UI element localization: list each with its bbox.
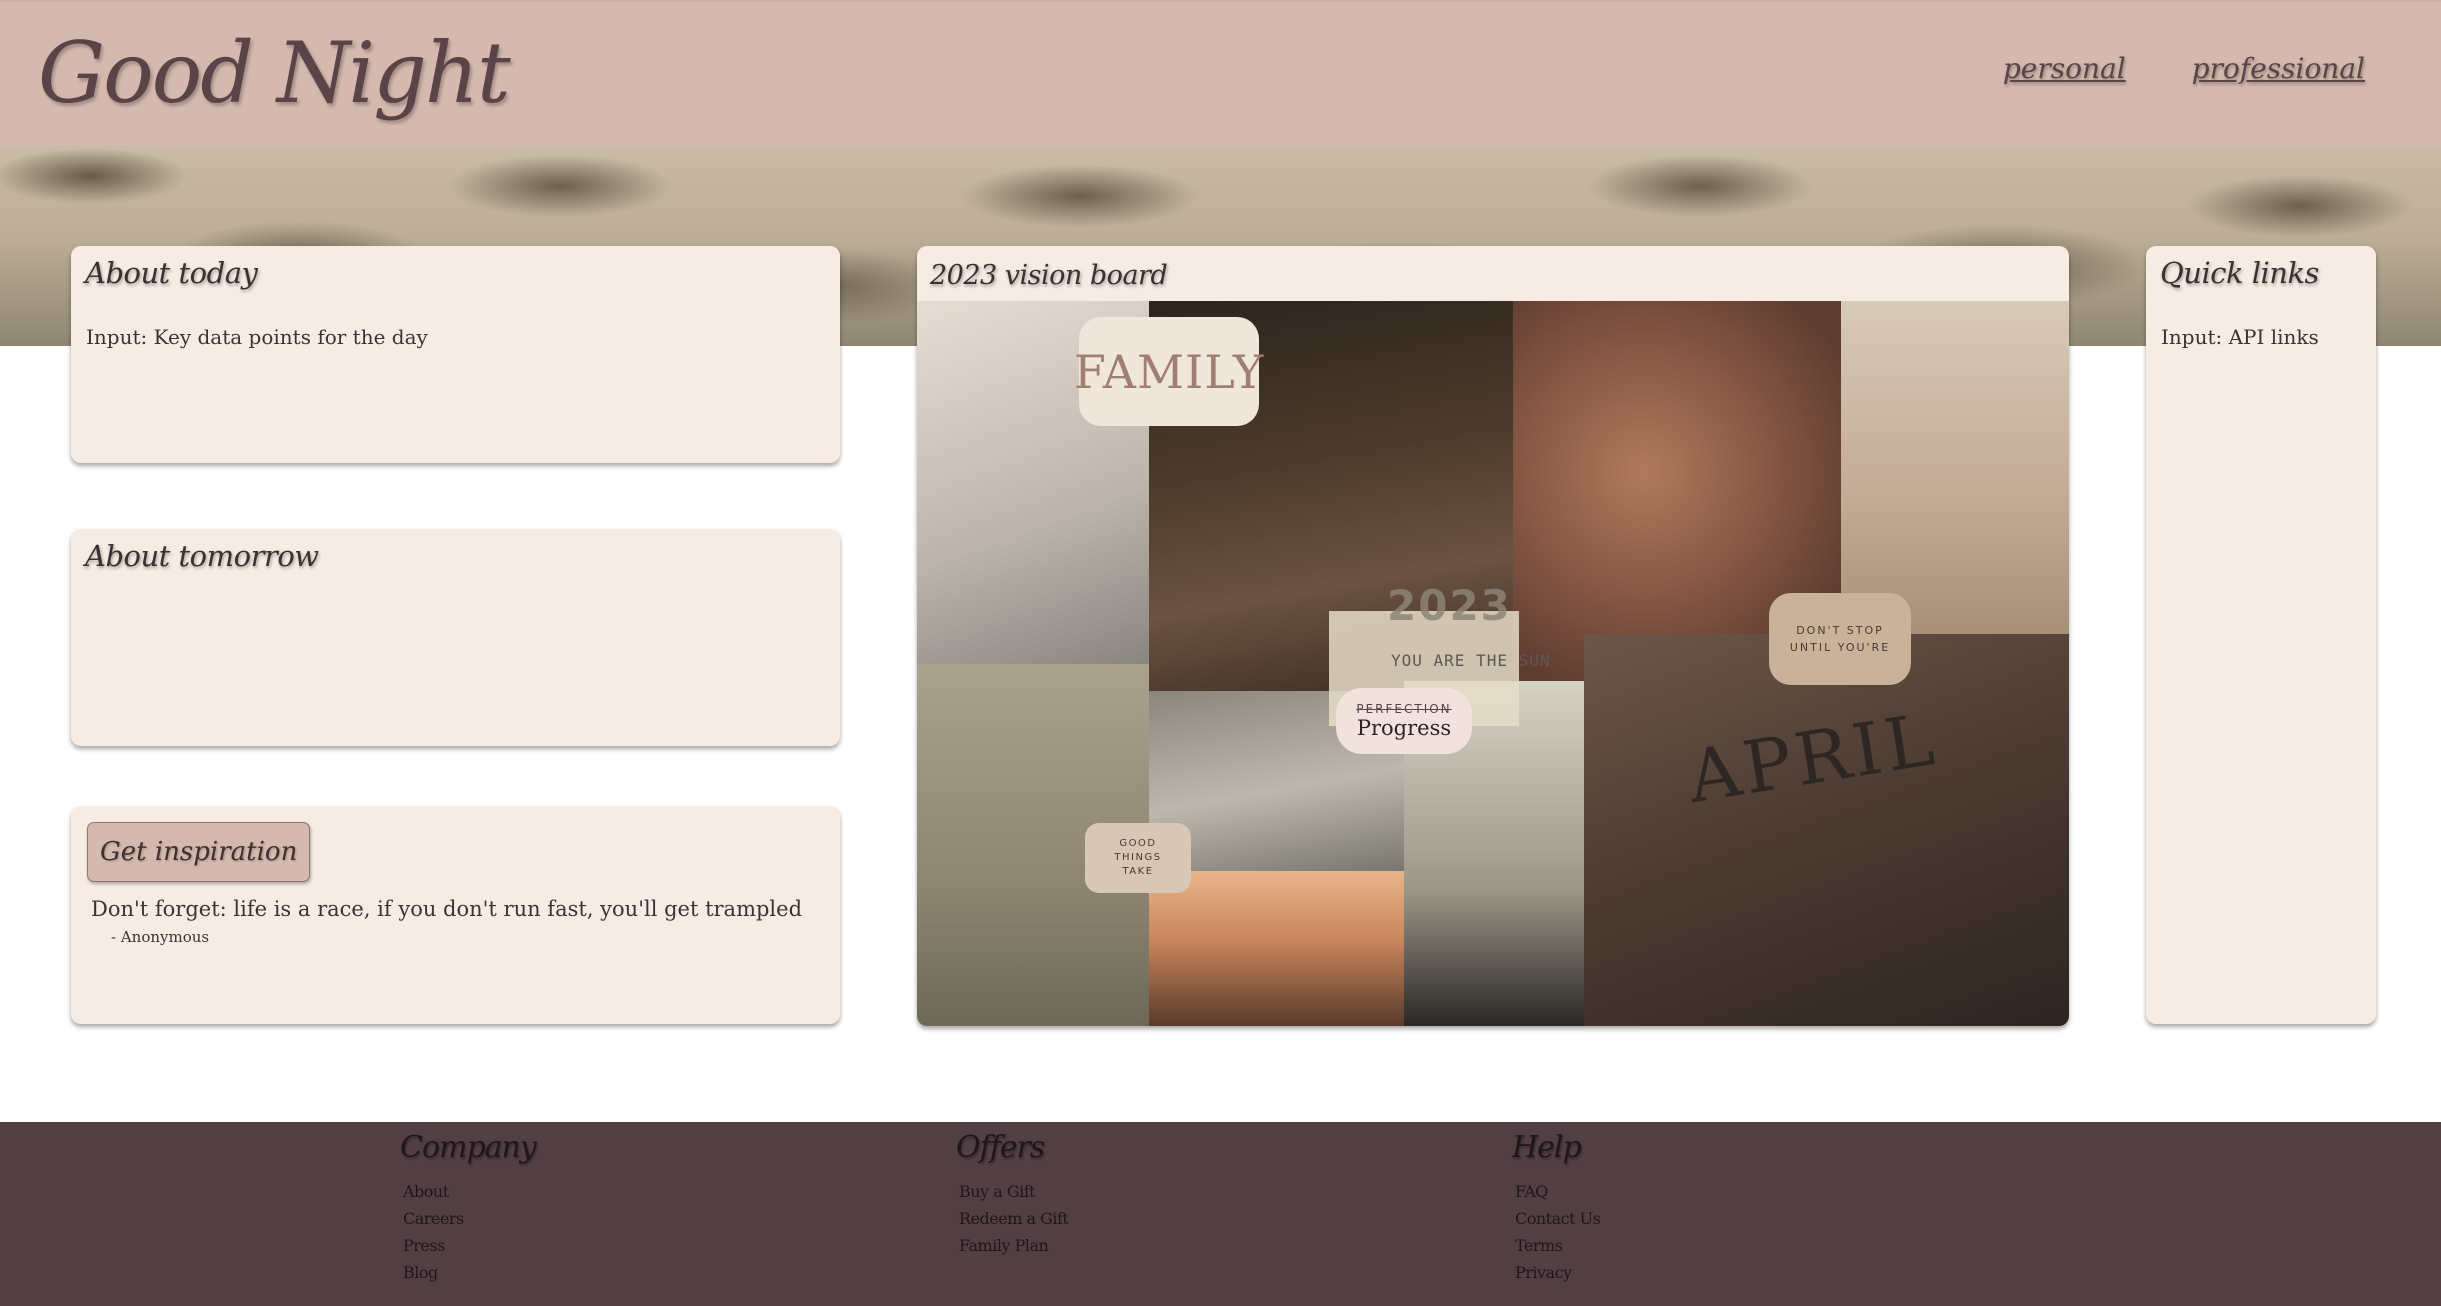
site-footer: Company About Careers Press Blog Offers …: [0, 1122, 2441, 1306]
about-today-card: About today Input: Key data points for t…: [71, 246, 840, 463]
site-logo[interactable]: Good Night: [38, 0, 511, 146]
about-today-title: About today: [85, 256, 258, 290]
you-are-the-sun-text: YOU ARE THE SUN: [1391, 651, 1551, 670]
footer-column-company: Company About Careers Press Blog: [400, 1130, 537, 1286]
footer-link-careers[interactable]: Careers: [403, 1205, 536, 1232]
dont-stop-sticker: DON'T STOP UNTIL YOU'RE: [1769, 593, 1911, 685]
footer-link-blog[interactable]: Blog: [403, 1259, 536, 1286]
top-nav: personal professional: [2003, 52, 2365, 85]
footer-link-about[interactable]: About: [403, 1178, 536, 1205]
dont-stop-text: DON'T STOP UNTIL YOU'RE: [1789, 624, 1891, 654]
progress-sticker: PERFECTION Progress: [1336, 688, 1472, 754]
year-2023-text: 2023: [1387, 581, 1512, 630]
footer-heading-help: Help: [1512, 1130, 1582, 1165]
about-today-body: Input: Key data points for the day: [86, 325, 428, 349]
quick-links-title: Quick links: [2160, 256, 2319, 290]
get-inspiration-button[interactable]: Get inspiration: [87, 822, 311, 882]
footer-column-help: Help FAQ Contact Us Terms Privacy: [1512, 1130, 1601, 1286]
vision-board-card: 2023 vision board FAMILY 2023 YOU ARE TH…: [917, 246, 2069, 1026]
inspiration-quote: Don't forget: life is a race, if you don…: [91, 897, 803, 921]
quick-links-body: Input: API links: [2161, 325, 2319, 349]
good-things-text: GOOD THINGS TAKE: [1114, 838, 1162, 877]
inspiration-card: Get inspiration Don't forget: life is a …: [71, 806, 840, 1024]
nav-link-personal[interactable]: personal: [2003, 52, 2126, 85]
nav-link-professional[interactable]: professional: [2192, 52, 2365, 85]
vision-collage: FAMILY 2023 YOU ARE THE SUN PERFECTION P…: [917, 301, 2069, 1026]
april-desk-photo: [1584, 634, 2069, 1026]
good-things-sticker: GOOD THINGS TAKE: [1085, 823, 1191, 893]
footer-column-offers: Offers Buy a Gift Redeem a Gift Family P…: [956, 1130, 1069, 1259]
about-tomorrow-title: About tomorrow: [85, 539, 319, 573]
footer-link-buy-gift[interactable]: Buy a Gift: [959, 1178, 1068, 1205]
vision-board-title: 2023 vision board: [930, 260, 1168, 291]
footer-link-faq[interactable]: FAQ: [1515, 1178, 1600, 1205]
progress-text: Progress: [1356, 716, 1452, 740]
footer-link-family-plan[interactable]: Family Plan: [959, 1232, 1068, 1259]
footer-link-privacy[interactable]: Privacy: [1515, 1259, 1600, 1286]
top-navbar: Good Night personal professional: [0, 0, 2441, 146]
perfection-text: PERFECTION: [1356, 702, 1452, 716]
family-sticker-text: FAMILY: [1073, 344, 1265, 399]
footer-link-redeem-gift[interactable]: Redeem a Gift: [959, 1205, 1069, 1232]
sunset-clouds-photo: [1149, 871, 1404, 1026]
footer-link-terms[interactable]: Terms: [1515, 1232, 1600, 1259]
footer-link-press[interactable]: Press: [403, 1232, 536, 1259]
couple-shadow-photo: [1841, 301, 2069, 634]
quote-author: - Anonymous: [111, 928, 210, 946]
about-tomorrow-card: About tomorrow: [71, 529, 840, 746]
footer-heading-offers: Offers: [956, 1130, 1045, 1165]
footer-link-contact[interactable]: Contact Us: [1515, 1205, 1601, 1232]
family-sticker: FAMILY: [1074, 317, 1263, 426]
quick-links-card: Quick links Input: API links: [2146, 246, 2376, 1024]
footer-heading-company: Company: [400, 1130, 537, 1165]
